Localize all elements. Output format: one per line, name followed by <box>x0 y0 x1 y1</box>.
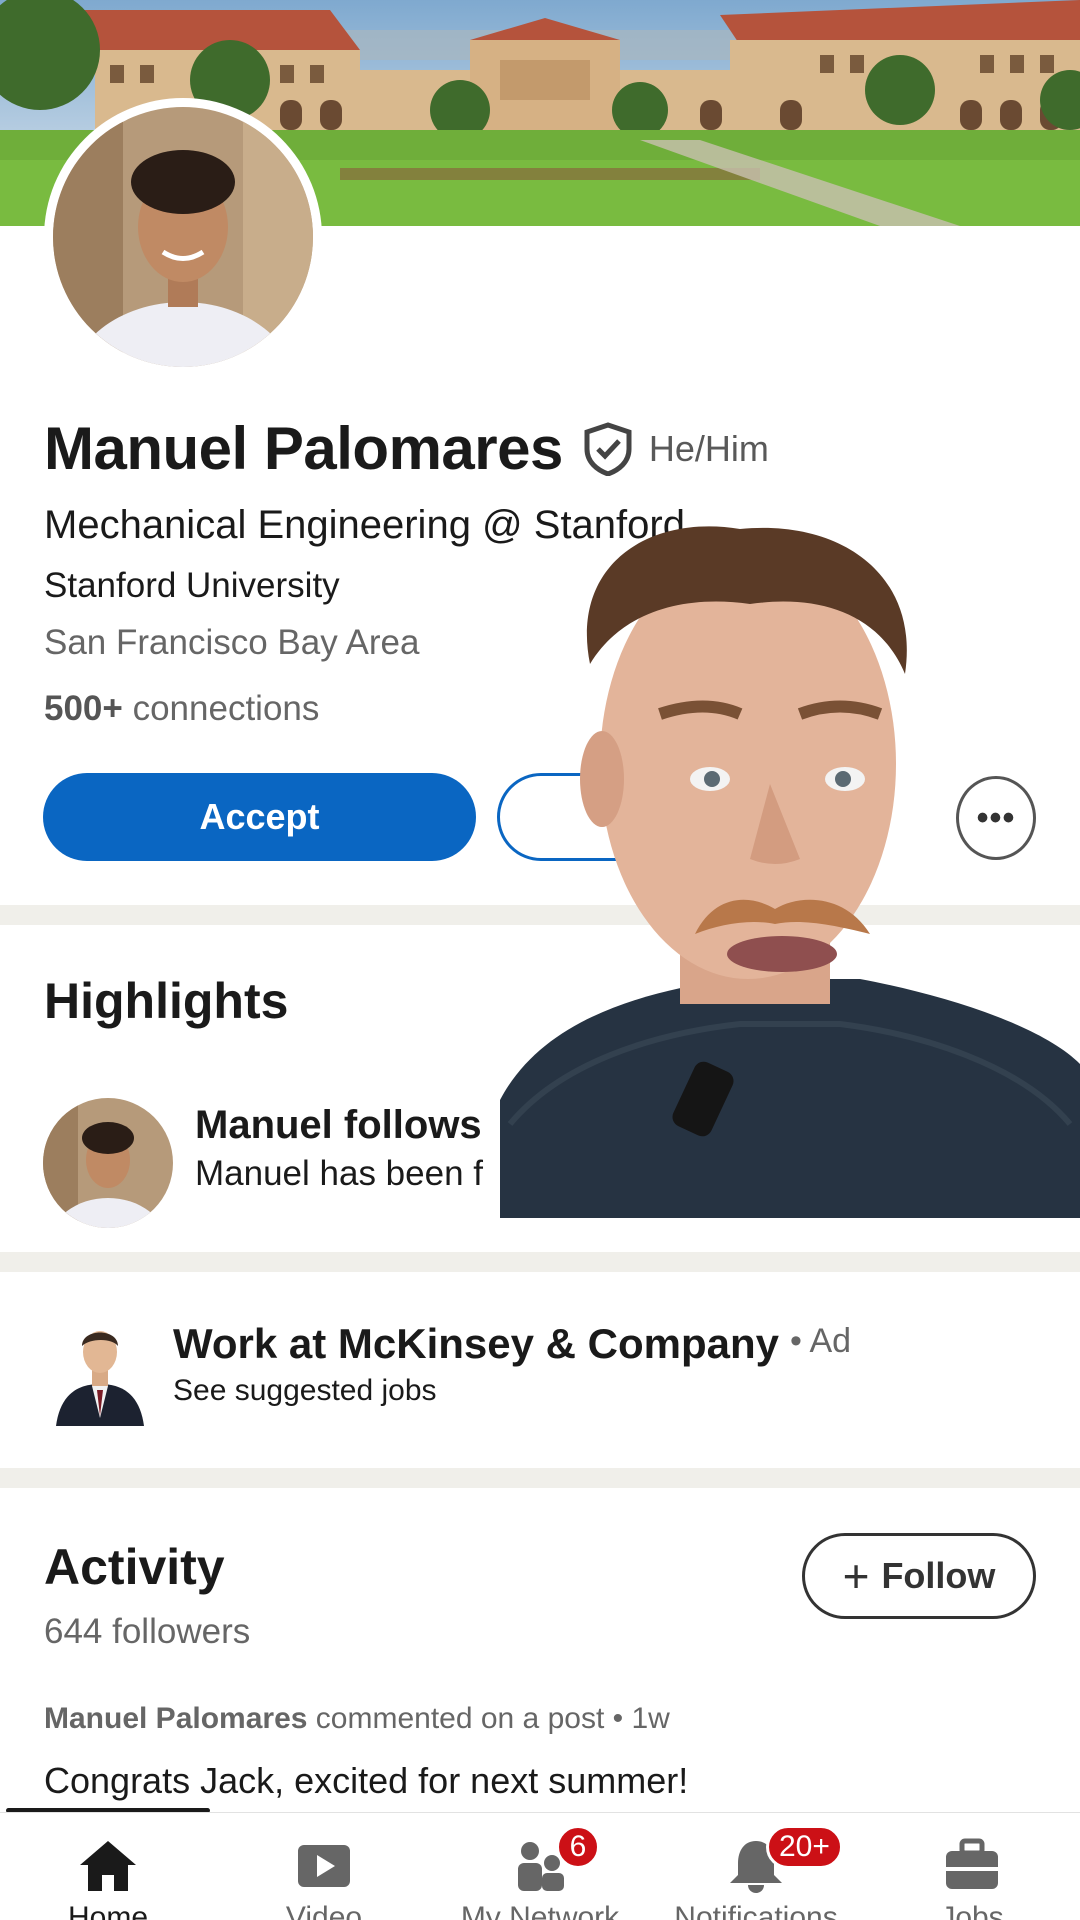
video-icon <box>298 1845 350 1887</box>
followers-count: 644 followers <box>44 1612 251 1651</box>
profile-avatar[interactable] <box>44 98 322 376</box>
activity-meta: Manuel Palomares commented on a post • 1… <box>44 1702 670 1736</box>
profile-location: San Francisco Bay Area <box>44 623 420 662</box>
home-icon <box>80 1841 136 1891</box>
accept-button[interactable]: Accept <box>43 773 476 861</box>
nav-jobs[interactable]: Jobs <box>864 1813 1080 1920</box>
nav-network-label: My Network <box>460 1901 620 1920</box>
nav-home[interactable]: Home <box>0 1813 216 1920</box>
plus-icon: + <box>842 1550 870 1602</box>
ad-title[interactable]: Work at McKinsey & Company <box>173 1320 779 1368</box>
notifications-badge: 20+ <box>766 1825 843 1869</box>
highlight-subtitle: Manuel has been f <box>195 1154 483 1193</box>
ad-label: • Ad <box>790 1322 852 1360</box>
section-divider <box>0 1468 1080 1488</box>
activity-author[interactable]: Manuel Palomares <box>44 1702 307 1735</box>
network-badge: 6 <box>556 1825 600 1869</box>
follow-label: Follow <box>881 1555 996 1596</box>
name-row: Manuel Palomares He/Him <box>44 414 769 483</box>
verified-shield-icon[interactable] <box>583 421 633 476</box>
nav-jobs-label: Jobs <box>940 1901 1004 1920</box>
connections-number: 500+ <box>44 689 123 728</box>
pronouns: He/Him <box>648 427 769 469</box>
nav-notifications[interactable]: 20+ Notifications <box>648 1813 864 1920</box>
nav-video[interactable]: Video <box>216 1813 432 1920</box>
profile-name: Manuel Palomares <box>44 415 563 482</box>
activity-title: Activity <box>44 1539 225 1595</box>
nav-notifications-label: Notifications <box>674 1901 838 1920</box>
activity-comment[interactable]: Congrats Jack, excited for next summer! <box>44 1760 688 1802</box>
nav-my-network[interactable]: 6 My Network <box>432 1813 648 1920</box>
mckinsey-ad-avatar[interactable] <box>52 1318 148 1426</box>
bottom-navigation: Home Video 6 My Network 20+ Notification… <box>0 1812 1080 1920</box>
briefcase-icon <box>946 1838 998 1889</box>
creator-video-overlay <box>500 526 1080 1218</box>
profile-school[interactable]: Stanford University <box>44 566 340 606</box>
nav-video-label: Video <box>285 1901 363 1920</box>
activity-action: commented on a post • 1w <box>315 1702 670 1735</box>
section-divider <box>0 1252 1080 1272</box>
ad-subtitle[interactable]: See suggested jobs <box>173 1374 437 1408</box>
follow-button[interactable]: + Follow <box>802 1533 1036 1619</box>
highlight-avatar <box>43 1098 173 1228</box>
connections-count[interactable]: 500+ connections <box>44 689 319 729</box>
connections-label: connections <box>132 689 320 728</box>
nav-home-label: Home <box>67 1901 149 1920</box>
highlight-title[interactable]: Manuel follows <box>195 1103 482 1148</box>
highlights-title: Highlights <box>44 973 289 1029</box>
